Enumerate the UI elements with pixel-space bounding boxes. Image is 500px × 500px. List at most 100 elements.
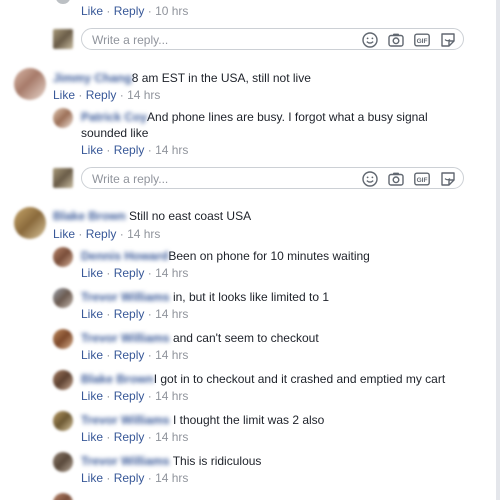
reply-text: Been on phone for 10 minutes waiting: [168, 249, 370, 263]
reply-time[interactable]: 14 hrs: [155, 430, 188, 444]
separator: ·: [147, 471, 156, 485]
sticker-icon[interactable]: [439, 31, 457, 49]
reply-time[interactable]: 14 hrs: [155, 471, 188, 485]
separator: ·: [106, 389, 114, 403]
reply-link[interactable]: Reply: [114, 266, 145, 280]
reply-link[interactable]: Reply: [114, 471, 145, 485]
scrollbar-track[interactable]: [496, 0, 500, 500]
avatar[interactable]: [53, 452, 73, 472]
sticker-icon[interactable]: [439, 170, 457, 188]
avatar[interactable]: [53, 411, 73, 431]
like-link[interactable]: Like: [81, 4, 103, 18]
reply-author[interactable]: Trevor Williams: [81, 289, 170, 305]
comment-feed: Like · Reply · 10 hrs GIF Jimmy Chang8 a…: [0, 0, 500, 500]
comment-time[interactable]: 10 hrs: [155, 4, 188, 18]
separator: ·: [106, 143, 114, 157]
separator: ·: [147, 266, 156, 280]
emoji-icon[interactable]: [361, 31, 379, 49]
avatar[interactable]: [14, 68, 46, 100]
like-link[interactable]: Like: [81, 430, 103, 444]
like-link[interactable]: Like: [81, 471, 103, 485]
avatar[interactable]: [14, 207, 46, 239]
reply-author[interactable]: Trevor Williams: [81, 453, 170, 469]
like-link[interactable]: Like: [81, 348, 103, 362]
avatar[interactable]: [53, 493, 73, 500]
reply-author[interactable]: Trevor Williams: [81, 412, 170, 428]
comment-time[interactable]: 14 hrs: [127, 88, 160, 102]
my-avatar: [53, 168, 73, 188]
separator: ·: [147, 348, 156, 362]
avatar: [56, 0, 70, 4]
reply-link[interactable]: Reply: [114, 4, 145, 18]
separator: ·: [119, 88, 128, 102]
reply-input[interactable]: [92, 171, 332, 187]
reply-author[interactable]: Dennis Howard: [81, 248, 168, 264]
avatar[interactable]: [53, 247, 73, 267]
camera-icon[interactable]: [387, 31, 405, 49]
reply-actions: Like · Reply · 14 hrs: [81, 142, 188, 158]
like-link[interactable]: Like: [53, 227, 75, 241]
reply-input[interactable]: [92, 32, 332, 48]
reply-link[interactable]: Reply: [114, 348, 145, 362]
separator: ·: [147, 143, 156, 157]
avatar[interactable]: [53, 370, 73, 390]
separator: ·: [106, 348, 114, 362]
avatar[interactable]: [53, 329, 73, 349]
reply: Trevor Williams and can't seem to checko…: [81, 330, 319, 346]
reply-author[interactable]: Trevor Williams: [81, 330, 170, 346]
reply-author[interactable]: Blake Brown: [81, 371, 154, 387]
like-link[interactable]: Like: [81, 307, 103, 321]
reply-actions: Like · Reply · 14 hrs: [81, 470, 188, 486]
svg-text:GIF: GIF: [417, 38, 428, 45]
reply-time[interactable]: 14 hrs: [155, 389, 188, 403]
like-link[interactable]: Like: [81, 389, 103, 403]
like-link[interactable]: Like: [81, 266, 103, 280]
reply-time[interactable]: 14 hrs: [155, 143, 188, 157]
reply-text: in, but it looks like limited to 1: [172, 290, 330, 304]
reply-text: and can't seem to checkout: [172, 331, 319, 345]
reply-actions: Like · Reply · 14 hrs: [81, 306, 188, 322]
reply-link[interactable]: Reply: [114, 307, 145, 321]
comment-actions: Like · Reply · 14 hrs: [53, 87, 160, 103]
separator: ·: [147, 389, 156, 403]
reply-link[interactable]: Reply: [86, 88, 117, 102]
reply-time[interactable]: 14 hrs: [155, 348, 188, 362]
separator: ·: [147, 307, 156, 321]
my-avatar: [53, 29, 73, 49]
reply-time[interactable]: 14 hrs: [155, 307, 188, 321]
gif-icon[interactable]: GIF: [413, 170, 431, 188]
like-link[interactable]: Like: [81, 143, 103, 157]
reply-link[interactable]: Reply: [114, 430, 145, 444]
comment-actions: Like · Reply · 10 hrs: [81, 3, 188, 19]
reply-link[interactable]: Reply: [86, 227, 117, 241]
reply-box: GIF: [81, 167, 464, 189]
reply-link[interactable]: Reply: [114, 143, 145, 157]
comment-actions: Like · Reply · 14 hrs: [53, 226, 160, 242]
comment-text: 8 am EST in the USA, still not live: [131, 71, 311, 85]
comment-time[interactable]: 14 hrs: [127, 227, 160, 241]
reply-actions: Like · Reply · 14 hrs: [81, 347, 188, 363]
gif-icon[interactable]: GIF: [413, 31, 431, 49]
comment-author[interactable]: Jimmy Chang: [53, 70, 132, 86]
reply: Trevor Williams I thought the limit was …: [81, 412, 324, 428]
like-link[interactable]: Like: [53, 88, 75, 102]
camera-icon[interactable]: [387, 170, 405, 188]
reply-link[interactable]: Reply: [114, 389, 145, 403]
reply-text: This is ridiculous: [172, 454, 262, 468]
separator: ·: [78, 227, 86, 241]
reply-time[interactable]: 14 hrs: [155, 266, 188, 280]
comment-author[interactable]: Blake Brown: [53, 208, 126, 224]
separator: ·: [106, 471, 114, 485]
reply-author[interactable]: Patrick Coy: [81, 109, 147, 125]
reply: Patrick CoyAnd phone lines are busy. I f…: [81, 109, 441, 141]
reply-actions: Like · Reply · 14 hrs: [81, 265, 188, 281]
svg-text:GIF: GIF: [417, 177, 428, 184]
avatar[interactable]: [53, 108, 73, 128]
comment: Jimmy Chang8 am EST in the USA, still no…: [53, 70, 311, 86]
reply: Trevor Williams in, but it looks like li…: [81, 289, 329, 305]
separator: ·: [119, 227, 128, 241]
reply: Dennis HowardBeen on phone for 10 minute…: [81, 248, 370, 264]
avatar[interactable]: [53, 288, 73, 308]
emoji-icon[interactable]: [361, 170, 379, 188]
separator: ·: [106, 307, 114, 321]
